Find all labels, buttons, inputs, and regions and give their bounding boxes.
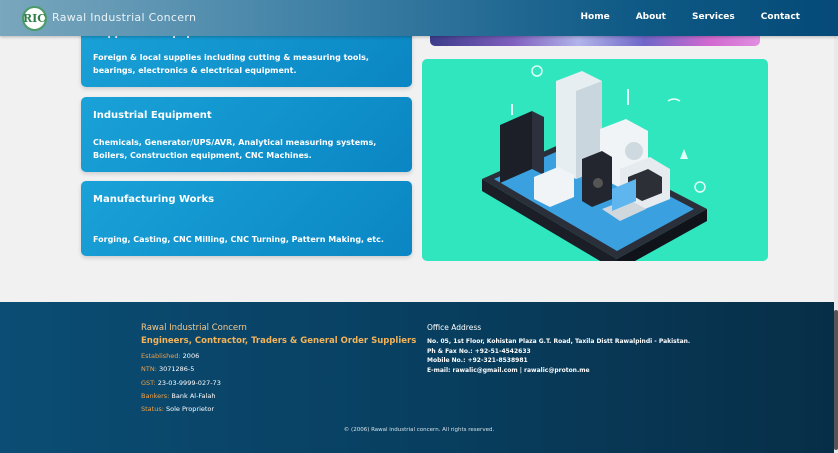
footer-company-name: Rawal Industrial Concern bbox=[141, 323, 247, 333]
navbar: RIC Rawal Industrial Concern Home About … bbox=[0, 0, 838, 36]
detail-value: Bank Al-Falah bbox=[171, 392, 216, 400]
brand-name[interactable]: Rawal Industrial Concern bbox=[52, 11, 196, 24]
phone-appliances-illustration bbox=[422, 59, 768, 261]
nav-links: Home About Services Contact bbox=[554, 12, 838, 22]
detail-value: 2006 bbox=[182, 352, 200, 360]
nav-contact[interactable]: Contact bbox=[761, 12, 800, 22]
nav-about[interactable]: About bbox=[636, 12, 666, 22]
service-card-industrial-equipment: Industrial Equipment Chemicals, Generato… bbox=[81, 97, 412, 172]
service-description: Foreign & local supplies including cutti… bbox=[93, 53, 369, 75]
detail-value: 23-03-9999-027-73 bbox=[157, 379, 221, 387]
illustration-svg bbox=[482, 65, 707, 261]
service-title: Industrial Equipment bbox=[93, 110, 212, 121]
detail-label: Established: bbox=[141, 352, 181, 360]
logo-initials: RIC bbox=[22, 12, 47, 25]
footer: Rawal Industrial Concern Engineers, Cont… bbox=[0, 302, 838, 453]
detail-label: Bankers: bbox=[141, 392, 170, 400]
office-phone-fax: Ph & Fax No.: +92-51-4542633 bbox=[427, 348, 531, 355]
company-logo[interactable]: RIC bbox=[22, 6, 47, 31]
copyright: © (2006) Rawal industrial concern. All r… bbox=[343, 427, 495, 433]
service-title: Manufacturing Works bbox=[93, 194, 215, 205]
service-description: Chemicals, Generator/UPS/AVR, Analytical… bbox=[93, 138, 377, 160]
office-email[interactable]: E-mail: rawalic@gmail.com | rawalic@prot… bbox=[427, 367, 590, 374]
service-description: Forging, Casting, CNC Milling, CNC Turni… bbox=[93, 235, 384, 244]
detail-label: GST: bbox=[141, 379, 156, 387]
footer-detail-gst: GST: 23-03-9999-027-73 bbox=[141, 379, 221, 387]
nav-home[interactable]: Home bbox=[580, 12, 609, 22]
detail-label: Status: bbox=[141, 405, 164, 413]
nav-services[interactable]: Services bbox=[692, 12, 735, 22]
office-address-line: No. 05, 1st Floor, Kohistan Plaza G.T. R… bbox=[427, 338, 691, 345]
footer-tagline: Engineers, Contractor, Traders & General… bbox=[141, 336, 417, 346]
detail-label: NTN: bbox=[141, 365, 157, 373]
footer-detail-established: Established: 2006 bbox=[141, 352, 199, 360]
detail-value: Sole Proprietor bbox=[165, 405, 215, 413]
service-card-manufacturing: Manufacturing Works Forging, Casting, CN… bbox=[81, 181, 412, 256]
office-address-title: Office Address bbox=[427, 323, 482, 332]
footer-detail-ntn: NTN: 3071286-5 bbox=[141, 365, 194, 373]
footer-detail-status: Status: Sole Proprietor bbox=[141, 405, 214, 413]
office-mobile: Mobile No.: +92-321-8538981 bbox=[427, 357, 528, 364]
detail-value: 3071286-5 bbox=[158, 365, 195, 373]
footer-detail-bankers: Bankers: Bank Al-Falah bbox=[141, 392, 215, 400]
scrollbar-thumb[interactable] bbox=[834, 310, 838, 450]
